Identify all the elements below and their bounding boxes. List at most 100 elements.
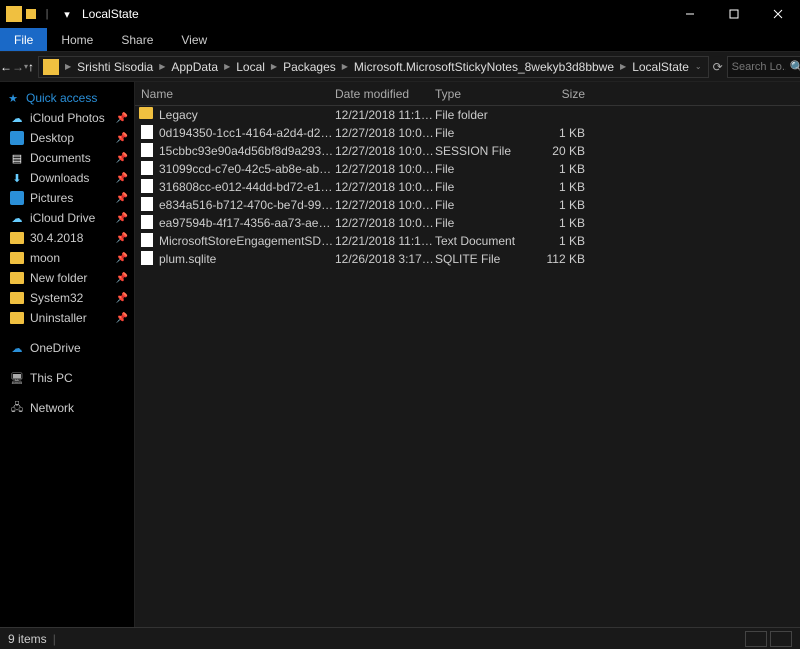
sidebar-item[interactable]: Uninstaller📌 (0, 308, 134, 328)
sidebar-label: OneDrive (30, 341, 81, 355)
share-tab[interactable]: Share (107, 28, 167, 51)
breadcrumb-root-icon[interactable] (43, 59, 59, 75)
sidebar-item[interactable]: ▤Documents📌 (0, 148, 134, 168)
pin-icon: 📌 (116, 253, 128, 264)
sidebar-label: Network (30, 401, 74, 415)
file-row[interactable]: MicrosoftStoreEngagementSDKId12/21/2018 … (135, 232, 800, 250)
file-size: 1 KB (525, 180, 585, 194)
sidebar-item[interactable]: Pictures📌 (0, 188, 134, 208)
window-title: LocalState (82, 7, 139, 21)
item-count: 9 items (8, 632, 47, 646)
chevron-right-icon[interactable]: ▶ (618, 62, 628, 71)
file-type: File (435, 198, 525, 212)
file-tab[interactable]: File (0, 28, 47, 51)
nav-row: ← → ▾ ↑ ▶ Srishti Sisodia ▶ AppData ▶ Lo… (0, 52, 800, 82)
file-row[interactable]: Legacy12/21/2018 11:12 ...File folder (135, 106, 800, 124)
col-type-header[interactable]: Type (435, 87, 525, 101)
close-button[interactable] (756, 0, 800, 28)
minimize-button[interactable] (668, 0, 712, 28)
file-row[interactable]: 0d194350-1cc1-4164-a2d4-d2e137a0a39f12/2… (135, 124, 800, 142)
sidebar-item[interactable]: moon 📌 (0, 248, 134, 268)
sidebar-item[interactable]: Desktop📌 (0, 128, 134, 148)
file-row[interactable]: plum.sqlite12/26/2018 3:17 PMSQLITE File… (135, 250, 800, 268)
chevron-right-icon[interactable]: ▶ (269, 62, 279, 71)
sidebar-label: iCloud Photos (30, 111, 105, 125)
file-date: 12/27/2018 10:05 ... (335, 198, 435, 212)
pin-icon: 📌 (116, 233, 128, 244)
location-icon (10, 191, 24, 205)
breadcrumb-seg[interactable]: Microsoft.MicrosoftStickyNotes_8wekyb3d8… (350, 60, 618, 74)
chevron-right-icon[interactable]: ▶ (157, 62, 167, 71)
col-name-header[interactable]: Name (135, 87, 335, 101)
qa-dropdown-icon[interactable]: ▾ (58, 5, 76, 23)
pin-icon: 📌 (116, 153, 128, 164)
network-item[interactable]: 🖧 Network (0, 398, 134, 418)
file-row[interactable]: ea97594b-4f17-4356-aa73-ae93139cb43d12/2… (135, 214, 800, 232)
chevron-right-icon[interactable]: ▶ (222, 62, 232, 71)
back-button[interactable]: ← (0, 56, 12, 78)
qa-item-icon[interactable] (26, 9, 36, 19)
search-box[interactable]: 🔍 (727, 56, 800, 78)
location-icon (10, 131, 24, 145)
breadcrumb-seg[interactable]: Packages (279, 60, 340, 74)
breadcrumb-seg[interactable]: LocalState (628, 60, 693, 74)
up-button[interactable]: ↑ (28, 56, 34, 78)
col-date-header[interactable]: Date modified (335, 87, 435, 101)
file-type: File (435, 162, 525, 176)
sidebar-label: Desktop (30, 131, 74, 145)
refresh-button[interactable]: ⟳ (713, 56, 723, 78)
sidebar-item[interactable]: ☁iCloud Drive📌 (0, 208, 134, 228)
search-icon[interactable]: 🔍 (790, 60, 800, 74)
sidebar-item[interactable]: ⬇Downloads📌 (0, 168, 134, 188)
sidebar-label: Downloads (30, 171, 89, 185)
pin-icon: 📌 (116, 193, 128, 204)
file-type: Text Document (435, 234, 525, 248)
maximize-button[interactable] (712, 0, 756, 28)
file-date: 12/21/2018 11:13 ... (335, 234, 435, 248)
file-name: 316808cc-e012-44dd-bd72-e1ad421fb827 (159, 180, 335, 194)
chevron-right-icon[interactable]: ▶ (63, 62, 73, 71)
sidebar-item[interactable]: System32📌 (0, 288, 134, 308)
details-view-button[interactable] (745, 631, 767, 647)
chevron-down-icon[interactable]: ⌄ (693, 62, 704, 71)
file-row[interactable]: 316808cc-e012-44dd-bd72-e1ad421fb82712/2… (135, 178, 800, 196)
cloud-icon: ☁ (10, 211, 24, 225)
file-size: 1 KB (525, 162, 585, 176)
sidebar-label: iCloud Drive (30, 211, 95, 225)
chevron-right-icon[interactable]: ▶ (340, 62, 350, 71)
sidebar-item[interactable]: ☁ iCloud Photos 📌 (0, 108, 134, 128)
column-headers: Name Date modified Type Size (135, 82, 800, 106)
file-row[interactable]: e834a516-b712-470c-be7d-99d5fc4e7c1612/2… (135, 196, 800, 214)
folder-icon (10, 251, 24, 265)
icons-view-button[interactable] (770, 631, 792, 647)
file-name: e834a516-b712-470c-be7d-99d5fc4e7c16 (159, 198, 335, 212)
pin-icon: 📌 (116, 273, 128, 284)
col-size-header[interactable]: Size (525, 87, 585, 101)
breadcrumb-seg[interactable]: AppData (167, 60, 222, 74)
breadcrumb-seg[interactable]: Local (232, 60, 269, 74)
file-icon (139, 125, 155, 141)
sidebar-label: moon (30, 251, 60, 265)
forward-button[interactable]: → (12, 56, 24, 78)
search-input[interactable] (728, 61, 790, 73)
breadcrumb-seg[interactable]: Srishti Sisodia (73, 60, 157, 74)
quick-access-header[interactable]: ★ Quick access (0, 88, 134, 108)
cloud-icon: ☁ (10, 111, 24, 125)
file-row[interactable]: 31099ccd-c7e0-42c5-ab8e-ab93cc96752712/2… (135, 160, 800, 178)
file-type: SQLITE File (435, 252, 525, 266)
file-type: SESSION File (435, 144, 525, 158)
sidebar-item[interactable]: New folder📌 (0, 268, 134, 288)
folder-icon (139, 107, 155, 123)
this-pc-item[interactable]: 🖥 This PC (0, 368, 134, 388)
download-icon: ⬇ (10, 171, 24, 185)
breadcrumb[interactable]: ▶ Srishti Sisodia ▶ AppData ▶ Local ▶ Pa… (38, 56, 709, 78)
pin-icon: 📌 (116, 113, 128, 124)
file-name: 15cbbc93e90a4d56bf8d9a29305b8981.sto... (159, 144, 335, 158)
file-row[interactable]: 15cbbc93e90a4d56bf8d9a29305b8981.sto...1… (135, 142, 800, 160)
ribbon-tabs: File Home Share View (0, 28, 800, 52)
view-tab[interactable]: View (167, 28, 221, 51)
sidebar-item[interactable]: 30.4.2018📌 (0, 228, 134, 248)
home-tab[interactable]: Home (47, 28, 107, 51)
pc-icon: 🖥 (10, 371, 24, 385)
onedrive-item[interactable]: ☁ OneDrive (0, 338, 134, 358)
